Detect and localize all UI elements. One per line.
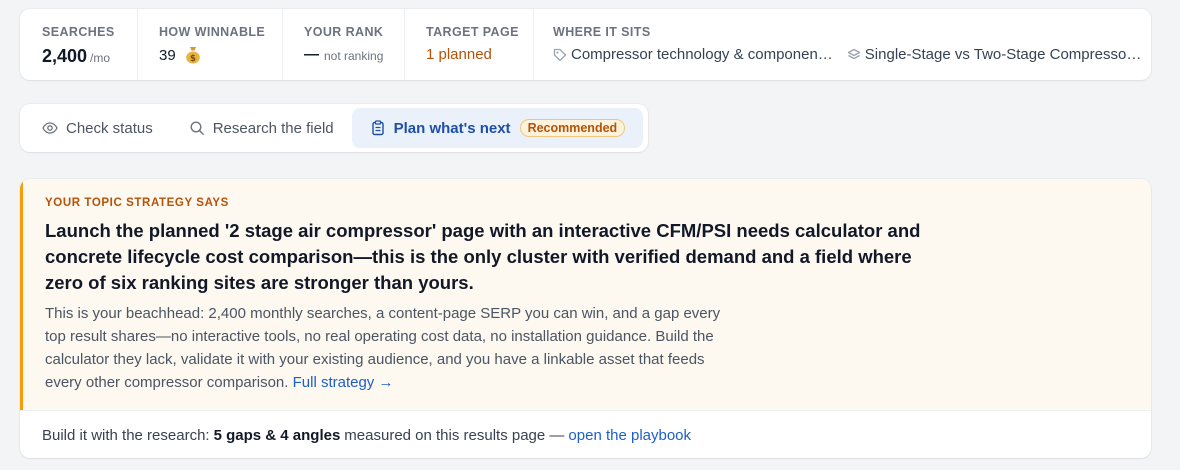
view-tabs: Check status Research the field Plan wha… — [20, 104, 648, 152]
strategy-headline: Launch the planned '2 stage air compress… — [45, 220, 921, 293]
footer-middle: measured on this results page — — [344, 426, 565, 444]
svg-text:$: $ — [190, 54, 196, 64]
tab-plan-next-label: Plan what's next — [393, 119, 511, 137]
searches-value: 2,400 — [42, 46, 88, 66]
tab-research-field-label: Research the field — [212, 119, 334, 137]
stat-searches: SEARCHES 2,400 /mo — [20, 9, 137, 80]
strategy-summary: YOUR TOPIC STRATEGY SAYS Launch the plan… — [20, 179, 1151, 410]
stat-target-label: TARGET PAGE — [426, 25, 519, 39]
stat-where-it-sits: WHERE IT SITS Compressor technology & co… — [533, 9, 1151, 80]
cluster-tag-label: Single-Stage vs Two-Stage Compresso… — [864, 46, 1142, 63]
footer-prefix: Build it with the research: — [42, 426, 210, 444]
search-icon — [190, 121, 204, 135]
open-playbook-link[interactable]: open the playbook — [568, 427, 691, 444]
layers-icon — [847, 48, 860, 59]
stat-where-label: WHERE IT SITS — [553, 25, 651, 39]
footer-highlight: 5 gaps & 4 angles — [213, 426, 341, 444]
eye-icon — [42, 122, 58, 134]
stat-rank-value-row: — not ranking — [304, 46, 404, 63]
target-page-value[interactable]: 1 planned — [426, 46, 533, 63]
topic-tag-label: Compressor technology & componen… — [571, 46, 833, 63]
winnable-value: 39 — [159, 46, 176, 64]
clipboard-icon — [371, 120, 384, 136]
stat-target-page: TARGET PAGE 1 planned — [404, 9, 533, 80]
stat-searches-value-row: 2,400 /mo — [42, 46, 137, 67]
rank-value: — — [304, 46, 319, 63]
stat-rank-label: YOUR RANK — [304, 25, 384, 39]
keyword-stats-card: SEARCHES 2,400 /mo HOW WINNABLE 39 $ YOU… — [20, 9, 1151, 80]
stat-winnable: HOW WINNABLE 39 $ — [137, 9, 282, 80]
stat-rank: YOUR RANK — not ranking — [282, 9, 404, 80]
tab-research-field[interactable]: Research the field — [171, 108, 352, 148]
stat-searches-label: SEARCHES — [42, 25, 115, 39]
tag-icon — [553, 48, 567, 61]
where-tags: Compressor technology & componen… Single… — [553, 46, 1151, 63]
stat-winnable-label: HOW WINNABLE — [159, 25, 266, 39]
tab-check-status-label: Check status — [66, 119, 153, 137]
full-strategy-link[interactable]: Full strategy → — [293, 374, 394, 391]
strategy-footer: Build it with the research: 5 gaps & 4 a… — [20, 410, 1151, 458]
tab-plan-next[interactable]: Plan what's next Recommended — [351, 108, 644, 148]
topic-strategy-card: YOUR TOPIC STRATEGY SAYS Launch the plan… — [20, 179, 1151, 458]
tab-check-status[interactable]: Check status — [24, 108, 171, 148]
strategy-eyebrow: YOUR TOPIC STRATEGY SAYS — [45, 197, 229, 209]
strategy-body: This is your beachhead: 2,400 monthly se… — [45, 302, 725, 394]
stat-winnable-value-row: 39 $ — [159, 46, 282, 64]
recommended-badge: Recommended — [519, 119, 626, 137]
rank-note: not ranking — [324, 48, 384, 63]
money-bag-icon: $ — [185, 46, 201, 64]
cluster-tag[interactable]: Single-Stage vs Two-Stage Compresso… — [847, 46, 1142, 63]
searches-unit: /mo — [90, 51, 111, 65]
topic-tag[interactable]: Compressor technology & componen… — [553, 46, 833, 63]
